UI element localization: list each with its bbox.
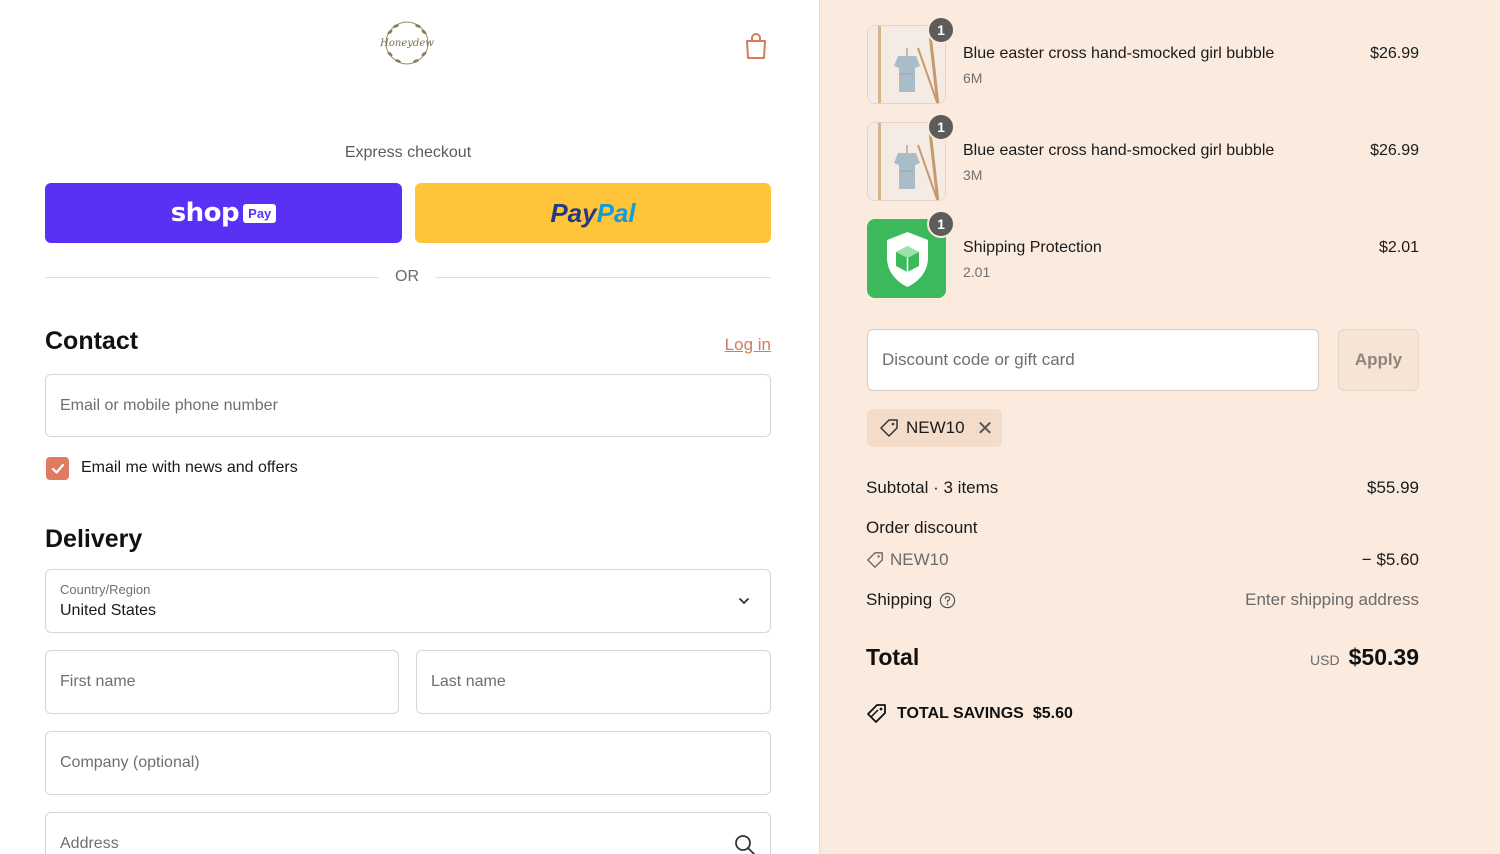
cart-item-price: $26.99 bbox=[1370, 45, 1419, 62]
cart-item-price: $26.99 bbox=[1370, 142, 1419, 159]
checkout-form-panel: Honeydew Express checkout shop Pay Pay Pa… bbox=[0, 0, 819, 854]
shop-pay-badge: Pay bbox=[243, 203, 277, 223]
total-savings-label: TOTAL SAVINGS bbox=[897, 705, 1024, 722]
applied-discount-chip: NEW10 ✕ bbox=[867, 409, 1002, 447]
quantity-badge: 1 bbox=[927, 113, 955, 141]
tag-icon bbox=[867, 552, 883, 568]
express-checkout-title: Express checkout bbox=[344, 144, 472, 161]
company-field[interactable] bbox=[45, 731, 771, 795]
apply-discount-button[interactable]: Apply bbox=[1338, 329, 1419, 391]
last-name-input[interactable] bbox=[431, 673, 770, 691]
shop-pay-wordmark: shop bbox=[170, 198, 240, 228]
subtotal-label: Subtotal · 3 items bbox=[866, 478, 999, 497]
delivery-heading: Delivery bbox=[45, 525, 143, 553]
discount-code-input[interactable] bbox=[882, 350, 1318, 370]
help-icon[interactable] bbox=[939, 592, 956, 609]
divider-right bbox=[436, 277, 771, 278]
first-name-input[interactable] bbox=[60, 673, 398, 691]
email-input[interactable] bbox=[60, 396, 770, 415]
shipping-value: Enter shipping address bbox=[1245, 590, 1419, 609]
honeydew-logo[interactable]: Honeydew bbox=[378, 18, 436, 68]
total-savings-row: TOTAL SAVINGS $5.60 bbox=[866, 703, 1073, 725]
total-savings-value: $5.60 bbox=[1032, 705, 1073, 722]
contact-heading: Contact bbox=[45, 327, 139, 355]
quantity-badge: 1 bbox=[927, 16, 955, 44]
order-discount-code: NEW10 bbox=[890, 550, 949, 569]
or-divider-label: OR bbox=[395, 268, 419, 285]
paypal-wordmark-pay: Pay bbox=[550, 197, 597, 228]
remove-discount-icon[interactable]: ✕ bbox=[977, 416, 994, 441]
shopping-bag-icon[interactable] bbox=[743, 31, 769, 61]
order-discount-label: Order discount bbox=[866, 518, 978, 537]
login-link[interactable]: Log in bbox=[700, 335, 771, 355]
company-input[interactable] bbox=[60, 754, 770, 772]
cart-item-name: Blue easter cross hand-smocked girl bubb… bbox=[963, 45, 1275, 62]
newsletter-checkbox[interactable] bbox=[46, 457, 69, 480]
savings-tag-icon bbox=[867, 704, 886, 723]
shop-pay-button[interactable]: shop Pay bbox=[45, 183, 402, 243]
cart-item-name: Shipping Protection bbox=[963, 239, 1102, 256]
shipping-row: Shipping bbox=[866, 590, 956, 610]
tag-icon bbox=[880, 419, 898, 437]
chevron-down-icon bbox=[739, 598, 749, 604]
total-label: Total bbox=[866, 644, 920, 670]
paypal-wordmark-pal: Pal bbox=[596, 197, 636, 228]
address-input[interactable] bbox=[60, 835, 770, 853]
order-discount-value: − $5.60 bbox=[1361, 550, 1419, 569]
total-value: $50.39 bbox=[1348, 644, 1419, 670]
newsletter-label: Email me with news and offers bbox=[81, 459, 298, 476]
cart-item-price: $2.01 bbox=[1378, 239, 1419, 256]
first-name-field[interactable] bbox=[45, 650, 399, 714]
address-field[interactable] bbox=[45, 812, 771, 854]
country-select-value: United States bbox=[60, 602, 157, 619]
cart-item-variant: 2.01 bbox=[963, 264, 991, 280]
discount-code-field[interactable] bbox=[867, 329, 1319, 391]
divider-left bbox=[45, 277, 379, 278]
logo-text: Honeydew bbox=[379, 38, 434, 49]
quantity-badge: 1 bbox=[927, 210, 955, 238]
checkmark-icon bbox=[51, 463, 64, 474]
email-field[interactable] bbox=[45, 374, 771, 437]
cart-item-variant: 6M bbox=[963, 70, 983, 86]
shipping-label: Shipping bbox=[866, 590, 933, 609]
order-discount-code-row: NEW10 bbox=[866, 550, 949, 570]
country-select-label: Country/Region bbox=[60, 582, 151, 597]
cart-item-name: Blue easter cross hand-smocked girl bubb… bbox=[963, 142, 1275, 159]
subtotal-value: $55.99 bbox=[1367, 478, 1419, 497]
search-icon[interactable] bbox=[734, 834, 756, 854]
applied-discount-code: NEW10 bbox=[906, 418, 965, 437]
last-name-field[interactable] bbox=[416, 650, 771, 714]
total-currency: USD bbox=[1310, 652, 1340, 668]
cart-item-variant: 3M bbox=[963, 167, 983, 183]
country-select[interactable] bbox=[45, 569, 771, 633]
paypal-button[interactable]: Pay Pal bbox=[415, 183, 771, 243]
